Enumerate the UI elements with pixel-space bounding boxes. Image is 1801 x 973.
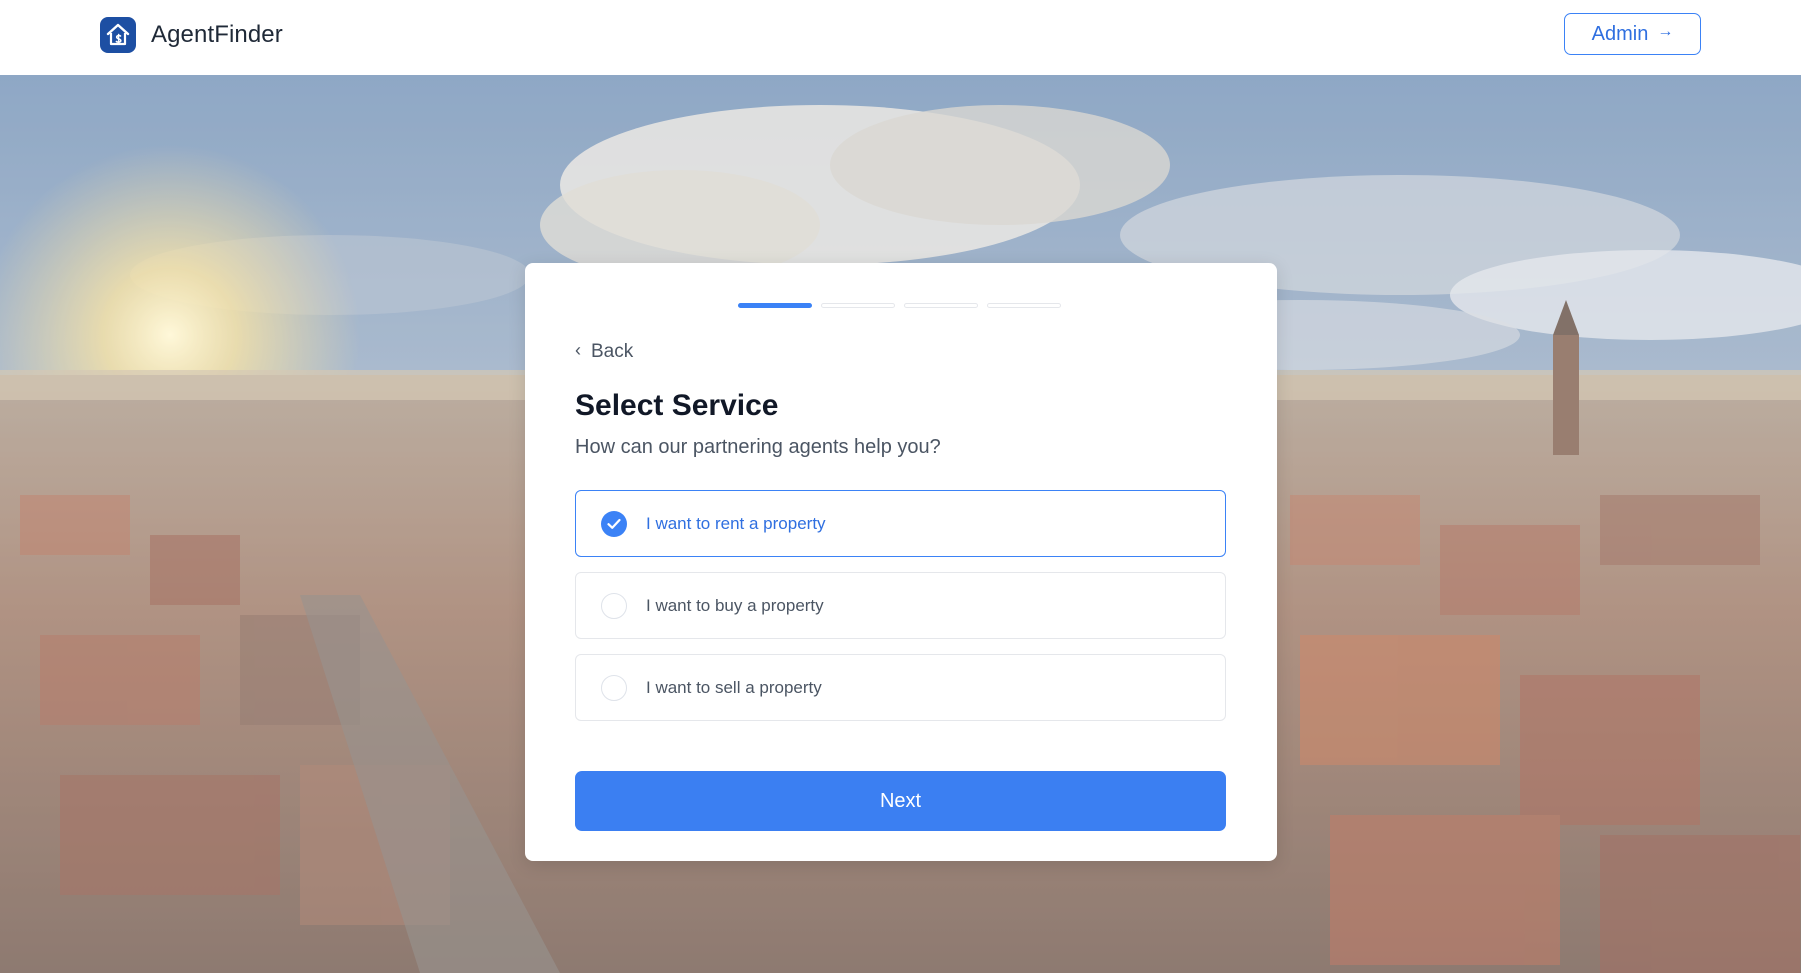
option-label: I want to buy a property: [646, 595, 824, 615]
next-button-label: Next: [879, 789, 922, 812]
admin-button[interactable]: Admin →: [1564, 13, 1701, 55]
progress-step-2: [821, 303, 895, 308]
page-title: Select Service: [575, 389, 779, 422]
progress-step-3: [904, 303, 978, 308]
brand[interactable]: AgentFinder: [100, 17, 283, 53]
progress-step-4: [987, 303, 1061, 308]
progress-step-1: [738, 303, 812, 308]
option-buy[interactable]: I want to buy a property: [575, 572, 1226, 639]
back-button[interactable]: ‹ Back: [575, 340, 634, 363]
page-subtitle: How can our partnering agents help you?: [575, 436, 941, 458]
service-options: I want to rent a property I want to buy …: [575, 490, 1226, 736]
radio-circle-icon[interactable]: [601, 674, 627, 701]
select-service-card: ‹ Back Select Service How can our partne…: [525, 263, 1277, 861]
back-label: Back: [591, 341, 634, 362]
next-button[interactable]: Next: [575, 771, 1226, 831]
admin-button-label: Admin: [1591, 22, 1649, 45]
option-label: I want to sell a property: [646, 677, 822, 697]
check-circle-icon[interactable]: [601, 510, 627, 537]
option-sell[interactable]: I want to sell a property: [575, 654, 1226, 721]
option-rent[interactable]: I want to rent a property: [575, 490, 1226, 557]
brand-name: AgentFinder: [151, 21, 283, 48]
chevron-left-icon: ‹: [575, 340, 581, 360]
house-dollar-icon: [100, 17, 136, 53]
option-label: I want to rent a property: [646, 513, 826, 533]
arrow-right-icon: →: [1657, 23, 1674, 40]
step-progress: [738, 303, 1061, 308]
radio-circle-icon[interactable]: [601, 592, 627, 619]
top-navbar: AgentFinder Admin →: [0, 0, 1801, 75]
